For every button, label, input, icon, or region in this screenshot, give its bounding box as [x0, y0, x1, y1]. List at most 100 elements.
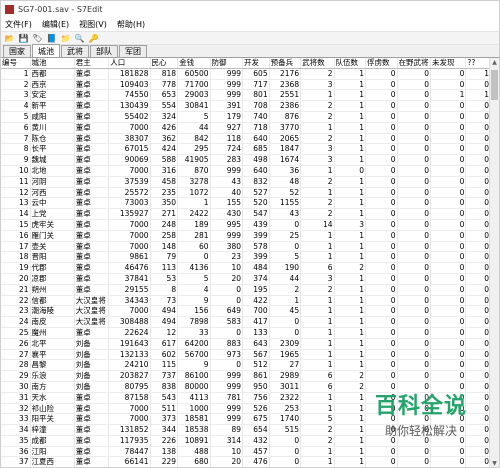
column-header[interactable]: 民心 [151, 58, 179, 68]
table-cell: 0 [270, 317, 302, 327]
column-header[interactable]: 人口 [109, 58, 151, 68]
column-header[interactable]: 队伍数 [335, 58, 367, 68]
table-cell: 0 [366, 219, 398, 230]
table-row[interactable]: 29 乐浪 刘备 203827 737 86100 999 861 2989 6 2 0 0 0 0 [1, 371, 491, 382]
table-cell: 董卓 [75, 155, 110, 165]
table-row[interactable]: 15 虎牢关 董卓 7000 248 189 995 439 0 14 3 0 0 0 0 [1, 219, 491, 231]
vertical-scrollbar[interactable]: ▲ ▼ [489, 58, 499, 467]
table-row[interactable]: 8 长平 董卓 67015 424 295 724 685 1847 3 1 0 0 0 0 [1, 144, 491, 156]
folder-icon[interactable]: 📁 [60, 33, 71, 44]
table-row[interactable]: 7 陈仓 董卓 38307 362 842 118 640 2065 2 1 0 0 0 0 [1, 133, 491, 145]
table-cell: 40 [211, 187, 244, 198]
table-cell: 0 [398, 263, 431, 273]
table-cell: 12 [151, 327, 179, 338]
table-row[interactable]: 9 魏城 董卓 90069 588 41905 283 498 1674 3 1 0 0 0 0 [1, 155, 491, 166]
menu-view[interactable]: 视图(V) [79, 19, 107, 30]
book-icon[interactable]: 📘 [46, 33, 57, 44]
table-cell: 2 [301, 176, 335, 187]
table-cell: 685 [243, 144, 270, 155]
table-cell: 56700 [178, 349, 211, 360]
key-icon[interactable]: 🔑 [88, 33, 99, 44]
table-cell: 0 [431, 176, 467, 187]
table-cell: 0 [431, 133, 467, 144]
column-header[interactable]: 俘虏数 [366, 58, 398, 68]
table-row[interactable]: 22 信都 大汉皇将 34343 73 9 0 422 1 1 1 0 0 0 0 [1, 295, 491, 307]
table-cell: 北地 [31, 165, 75, 176]
menu-help[interactable]: 帮助(H) [117, 19, 145, 30]
table-row[interactable]: 1 西都 董卓 181828 818 60500 999 605 2176 2 1 0 0 0 1 [1, 68, 491, 80]
table-cell: 0 [431, 371, 467, 381]
table-row[interactable]: 13 云中 董卓 73003 350 1 155 520 1155 2 1 0 0 0 0 [1, 198, 491, 210]
table-row[interactable]: 16 雁门关 董卓 7000 258 281 999 399 25 1 1 0 0 0 0 [1, 230, 491, 242]
table-cell: 西京 [31, 79, 75, 90]
scroll-thumb[interactable] [491, 70, 498, 100]
table-cell: 999 [211, 79, 244, 90]
table-cell: 朔州 [31, 284, 75, 295]
table-cell: 董卓 [75, 219, 110, 230]
tab-troop[interactable]: 部队 [90, 45, 118, 57]
table-cell: 281 [178, 230, 211, 241]
table-cell: 0 [398, 295, 431, 306]
table-cell: 2 [270, 284, 302, 295]
table-cell: 20 [1, 273, 31, 284]
table-row[interactable]: 21 朔州 董卓 29155 8 4 0 195 2 2 1 0 0 0 0 [1, 284, 491, 296]
table-row[interactable]: 14 上党 董卓 135927 271 2422 430 547 43 2 1 0 0 0 0 [1, 209, 491, 220]
table-row[interactable]: 18 晋阳 董卓 9861 79 0 23 399 5 1 1 0 0 0 0 [1, 252, 491, 264]
table-row[interactable]: 20 凉郡 董卓 37841 53 5 20 374 44 3 1 0 0 0 0 [1, 273, 491, 285]
tab-corps[interactable]: 军团 [119, 45, 147, 57]
table-row[interactable]: 4 新平 董卓 130439 554 30841 391 708 2386 2 1 0 0 0 0 [1, 101, 491, 112]
table-row[interactable]: 12 河西 董卓 25572 235 1072 40 527 52 1 1 0 0 0 0 [1, 187, 491, 199]
column-header[interactable]: 在野武将 [398, 58, 431, 68]
column-header[interactable]: 金钱 [178, 58, 211, 68]
table-row[interactable]: 5 咸阳 董卓 55402 324 5 179 740 876 2 1 0 0 0 0 [1, 111, 491, 123]
tag-icon[interactable]: 🏷 [32, 33, 43, 44]
table-row[interactable]: 26 北平 刘备 191643 617 64200 883 643 2309 1 1 0 0 0 0 [1, 338, 491, 350]
table-row[interactable]: 19 代郡 董卓 46476 113 4136 10 484 190 6 2 0 0 0 0 [1, 263, 491, 274]
table-cell: 0 [398, 446, 431, 457]
column-header[interactable]: 防御 [211, 58, 244, 68]
table-cell: 0 [431, 101, 467, 111]
column-header[interactable]: 未发现 [431, 58, 467, 68]
table-cell: 5 [1, 111, 31, 122]
table-row[interactable]: 2 西京 董卓 109403 778 71700 999 717 2368 3 1 0 0 0 0 [1, 79, 491, 91]
table-row[interactable]: 25 魔州 董卓 22624 12 33 0 133 0 1 1 0 0 0 0 [1, 327, 491, 339]
title-bar: SG7-001.sav - S7Edit [1, 1, 499, 18]
table-row[interactable]: 17 壶关 董卓 7000 148 60 380 578 0 1 1 0 0 0 0 [1, 241, 491, 253]
tab-city[interactable]: 城池 [32, 44, 60, 57]
table-row[interactable]: 37 江夏西 董卓 66141 229 680 20 476 0 1 1 0 0 0 0 [1, 457, 491, 467]
table-row[interactable]: 27 襄平 刘备 132133 602 56700 973 567 1965 1 1 0 0 0 0 [1, 349, 491, 361]
column-header[interactable]: 开发 [243, 58, 270, 68]
table-cell: 2 [301, 101, 335, 111]
table-cell: 魔州 [31, 327, 75, 338]
table-cell: 86100 [178, 371, 211, 381]
table-row[interactable]: 28 昌黎 刘备 24210 115 9 0 512 27 1 1 0 0 0 0 [1, 360, 491, 372]
table-row[interactable]: 3 安定 董卓 74550 653 29003 999 801 2551 1 1 0 0 1 1 [1, 90, 491, 102]
menu-file[interactable]: 文件(F) [5, 19, 32, 30]
table-cell: 2 [301, 425, 335, 435]
table-cell: 2386 [270, 101, 302, 111]
tab-country[interactable]: 国家 [3, 45, 31, 57]
table-cell: 740 [243, 111, 270, 122]
menu-edit[interactable]: 编辑(E) [42, 19, 69, 30]
column-header[interactable]: 编号 [1, 58, 31, 68]
table-cell: 0 [178, 252, 211, 263]
table-cell: 439 [243, 219, 270, 230]
search-icon[interactable]: 🔍 [74, 33, 85, 44]
table-cell: 999 [211, 68, 244, 79]
scroll-down-icon[interactable]: ▼ [490, 459, 499, 467]
table-row[interactable]: 24 南皮 大汉皇将 308488 494 7898 583 417 0 1 1 0 0 0 0 [1, 317, 491, 328]
table-row[interactable]: 36 江阳 董卓 78447 138 488 10 457 0 1 1 0 0 0 0 [1, 446, 491, 458]
table-row[interactable]: 23 潮海陵 大汉皇将 7000 494 156 649 700 45 1 1 0 0 0 0 [1, 306, 491, 318]
table-row[interactable]: 11 河阴 董卓 37539 458 3278 43 832 48 2 1 0 0 0 0 [1, 176, 491, 188]
save-icon[interactable]: 💾 [18, 33, 29, 44]
scroll-up-icon[interactable]: ▲ [490, 58, 499, 68]
column-header[interactable]: ?? [466, 58, 491, 68]
open-icon[interactable]: 📂 [4, 33, 15, 44]
column-header[interactable]: 武将数 [301, 58, 335, 68]
table-row[interactable]: 6 黄川 董卓 7000 426 44 927 718 3770 1 1 0 0 0 0 [1, 122, 491, 134]
column-header[interactable]: 预备兵 [270, 58, 302, 68]
table-row[interactable]: 10 北地 董卓 7000 316 870 999 640 36 1 0 0 0 0 0 [1, 165, 491, 177]
column-header[interactable]: 君主 [75, 58, 110, 68]
tab-general[interactable]: 武将 [61, 45, 89, 57]
column-header[interactable]: 城池 [31, 58, 75, 68]
